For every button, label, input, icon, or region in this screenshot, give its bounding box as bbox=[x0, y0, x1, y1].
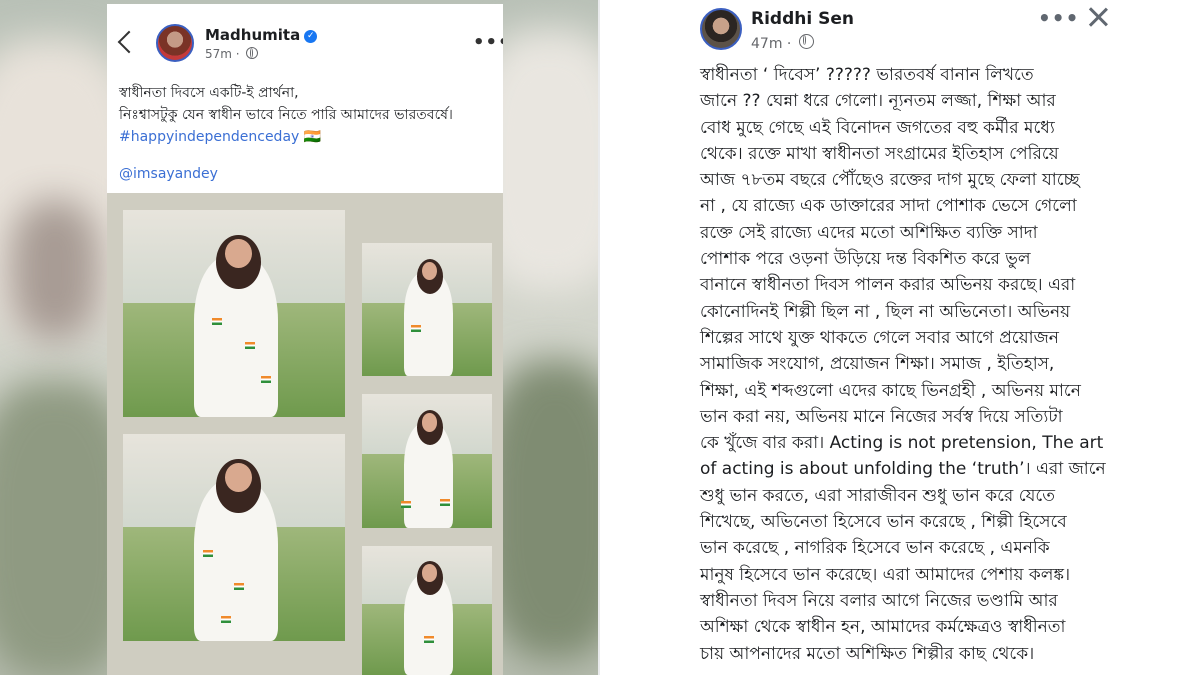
post-line: বোধ মুছে গেছে এই বিনোদন জগতের বহু কর্মীর… bbox=[700, 117, 1055, 138]
post-line: স্বাধীনতা দিবসে একটি-ই প্রার্থনা, bbox=[119, 85, 299, 101]
collage-photo[interactable] bbox=[362, 394, 492, 528]
post-line: ভান করেছে , নাগরিক হিসেবে ভান করেছে , এম… bbox=[700, 538, 1050, 559]
madhumita-post-card: Madhumita✓ 57m · ••• স্বাধীনতা দিবসে একট… bbox=[107, 4, 503, 675]
post-line: নিঃশ্বাসটুকু যেন স্বাধীন ভাবে নিতে পারি … bbox=[119, 107, 453, 123]
post-line: শিক্ষা, এই শব্দগুলো এদের কাছে ভিনগ্রহী ,… bbox=[700, 380, 1081, 401]
post-line: শুধু ভান করতে, এরা সারাজীবন শুধু ভান করে… bbox=[700, 485, 1055, 506]
photo-collage bbox=[107, 193, 503, 675]
more-options-icon[interactable]: ••• bbox=[473, 32, 503, 53]
post-line: শিখেছে, অভিনেতা হিসেবে ভান করেছে , শিল্প… bbox=[700, 512, 1067, 533]
globe-icon bbox=[798, 34, 814, 49]
collage-photo[interactable] bbox=[362, 546, 492, 675]
post-line: কোনোদিনই শিল্পী ছিল না , ছিল না অভিনেতা।… bbox=[700, 301, 1071, 322]
post-line: শিল্পের সাথে যুক্ত থাকতে গেলে সবার আগে প… bbox=[700, 327, 1059, 348]
left-screenshot-panel: Madhumita✓ 57m · ••• স্বাধীনতা দিবসে একট… bbox=[0, 0, 598, 675]
post-line: of acting is about unfolding the ‘truth’… bbox=[700, 459, 1106, 480]
post-line: ভান করা নয়, অভিনয় মানে নিজের সর্বস্ব দ… bbox=[700, 406, 1063, 427]
post-line: কে খুঁজে বার করা। Acting is not pretensi… bbox=[700, 433, 1104, 454]
mention-link[interactable]: @imsayandey bbox=[119, 166, 218, 182]
globe-icon bbox=[246, 47, 259, 59]
post-time[interactable]: 47m bbox=[751, 36, 782, 52]
hashtag-link[interactable]: #happyindependenceday 🇮🇳 bbox=[119, 126, 499, 148]
post-text: স্বাধীনতা দিবসে একটি-ই প্রার্থনা, নিঃশ্ব… bbox=[119, 82, 499, 148]
post-line: চায় আপনাদের মতো অশিক্ষিত শিল্পীর কাছ থে… bbox=[700, 643, 1035, 664]
riddhi-post-body: স্বাধীনতা ‘ দিবেস’ ????? ভারতবর্ষ বানান … bbox=[700, 62, 1120, 667]
divider bbox=[598, 0, 600, 675]
post-line: স্বাধীনতা ‘ দিবেস’ ????? ভারতবর্ষ বানান … bbox=[700, 65, 1034, 85]
collage-photo[interactable] bbox=[123, 434, 345, 641]
author-name[interactable]: Riddhi Sen bbox=[751, 9, 854, 29]
collage-photo[interactable] bbox=[362, 243, 492, 376]
post-header: Madhumita✓ 57m · ••• bbox=[107, 4, 503, 82]
back-arrow-icon[interactable] bbox=[117, 30, 141, 54]
post-line: জানে ?? ঘেন্না ধরে গেলো। ন্যূনতম লজ্জা, … bbox=[700, 91, 1056, 112]
post-meta: 57m · bbox=[205, 47, 259, 61]
riddhi-post-header: Riddhi Sen 47m · ••• bbox=[700, 0, 1120, 60]
post-line: সামাজিক সংযোগ, প্রয়োজন শিক্ষা। সমাজ , ই… bbox=[700, 354, 1055, 375]
verified-badge-icon: ✓ bbox=[304, 30, 318, 43]
avatar[interactable] bbox=[700, 8, 742, 50]
post-line: বানানে স্বাধীনতা দিবস পালন করার অভিনয় ক… bbox=[700, 275, 1076, 296]
author-name[interactable]: Madhumita ✓ bbox=[205, 26, 318, 44]
post-line: পোশাক পরে ওড়না উড়িয়ে দন্ত বিকশিত করে … bbox=[700, 249, 1031, 270]
post-meta: 47m · bbox=[751, 34, 814, 52]
blurred-background bbox=[10, 200, 100, 340]
close-icon[interactable] bbox=[1087, 6, 1109, 28]
post-line: থেকে। রক্তে মাখা স্বাধীনতা সংগ্রামের ইতি… bbox=[700, 143, 1059, 164]
post-time[interactable]: 57m bbox=[205, 47, 232, 61]
post-line: রক্তে সেই রাজ্যে এদের মতো অশিক্ষিত ব্যক্… bbox=[700, 222, 1038, 243]
collage-photo[interactable] bbox=[123, 210, 345, 417]
post-line: মানুষ হিসেবে ভান করেছে। এরা আমাদের পেশায… bbox=[700, 564, 1071, 585]
post-line: অশিক্ষা থেকে স্বাধীন হন, আমাদের কর্মক্ষে… bbox=[700, 617, 1066, 638]
post-line: না , যে রাজ্যে এক ডাক্তারের সাদা পোশাক ভ… bbox=[700, 196, 1077, 217]
avatar[interactable] bbox=[156, 24, 194, 62]
post-line: স্বাধীনতা দিবস নিয়ে বলার আগে নিজের ভণ্ড… bbox=[700, 590, 1058, 611]
post-line: আজ ৭৮তম বছরে পৌঁছেও রক্তের দাগ মুছে ফেলা… bbox=[700, 170, 1080, 191]
more-options-icon[interactable]: ••• bbox=[1038, 6, 1079, 30]
